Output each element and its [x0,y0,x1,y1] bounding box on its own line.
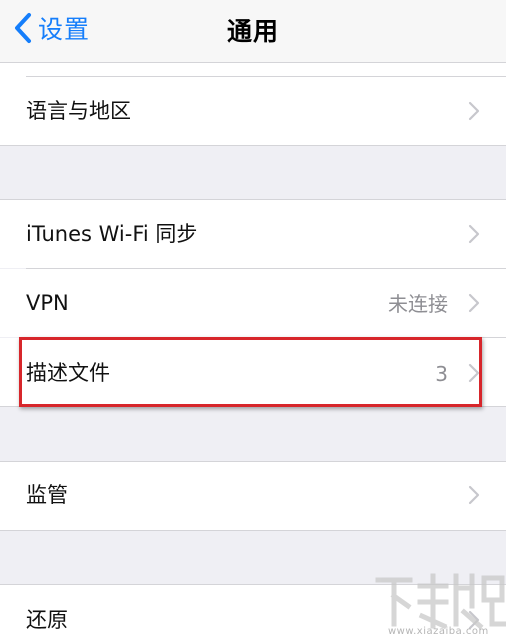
row-label: 语言与地区 [26,99,131,123]
chevron-right-icon [468,293,480,313]
chevron-right-icon [468,363,480,383]
settings-row-language-region[interactable]: 语言与地区 [0,63,506,145]
divider [0,406,506,407]
general-settings-screen: 设置 通用 语言与地区 iTunes Wi-Fi 同步 VPN 未连接 描述文件… [0,0,506,640]
vpn-status-value: 未连接 [388,292,448,316]
profiles-count-value: 3 [435,362,448,386]
row-label: 还原 [26,608,68,632]
chevron-right-icon [468,485,480,505]
settings-row-vpn[interactable]: VPN 未连接 [0,269,506,337]
watermark-url-text: www.xiazaiba.com [388,626,489,637]
row-label: 监管 [26,483,68,507]
settings-row-itunes-wifi-sync[interactable]: iTunes Wi-Fi 同步 [0,200,506,268]
chevron-right-icon [468,224,480,244]
row-label: VPN [26,291,69,315]
row-label: iTunes Wi-Fi 同步 [26,222,198,246]
divider [0,530,506,531]
settings-row-profiles[interactable]: 描述文件 3 [0,338,506,406]
chevron-right-icon [468,101,480,121]
navigation-bar: 设置 通用 [0,0,506,62]
settings-row-supervision[interactable]: 监管 [0,462,506,530]
page-title: 通用 [226,17,279,46]
row-label: 描述文件 [26,361,110,385]
divider [26,76,506,77]
divider [0,145,506,146]
